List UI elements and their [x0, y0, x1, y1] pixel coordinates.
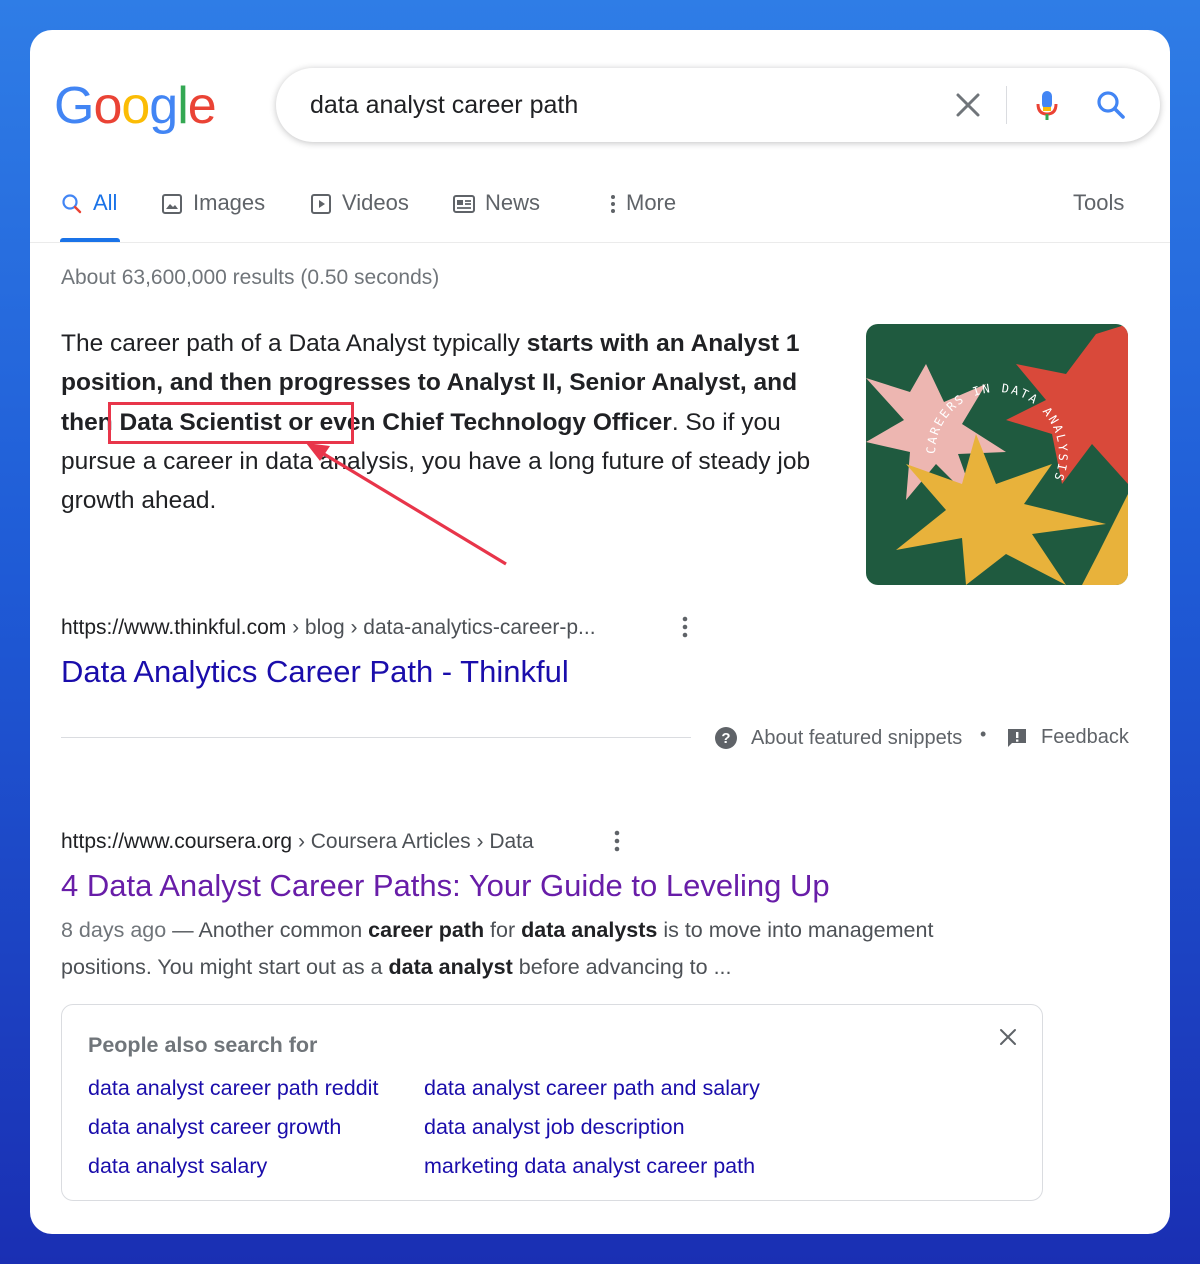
desc-bold: data analyst — [388, 955, 513, 979]
logo-letter: G — [54, 77, 94, 135]
logo-letter: o — [121, 77, 150, 135]
desc-part: before advancing to ... — [512, 955, 732, 979]
snippet-text-part: The career path of a Data Analyst typica… — [61, 330, 527, 357]
result-date: 8 days ago — [61, 918, 167, 942]
result-description: 8 days ago — Another common career path … — [61, 912, 1021, 986]
url-host: https://www.thinkful.com — [61, 616, 287, 639]
related-search-link[interactable]: marketing data analyst career path — [424, 1154, 755, 1179]
feedback-label: Feedback — [1041, 726, 1129, 748]
related-search-link[interactable]: data analyst salary — [88, 1154, 267, 1179]
tab-all[interactable]: All — [60, 190, 120, 242]
svg-text:?: ? — [721, 730, 730, 747]
help-icon: ? — [715, 727, 737, 749]
people-also-search-panel: People also search for data analyst care… — [61, 1004, 1043, 1201]
search-input[interactable] — [310, 88, 910, 122]
logo-letter: g — [149, 77, 178, 135]
result-title[interactable]: 4 Data Analyst Career Paths: Your Guide … — [61, 868, 830, 904]
desc-part: — Another common — [166, 918, 369, 942]
snippet-result-title[interactable]: Data Analytics Career Path - Thinkful — [61, 654, 569, 690]
feedback-link[interactable]: Feedback — [1006, 726, 1129, 749]
snippet-source-url[interactable]: https://www.thinkful.com › blog › data-a… — [61, 616, 596, 640]
featured-snippet-image[interactable]: CAREERS IN DATA ANALYSIS — [866, 324, 1128, 585]
microphone-icon[interactable] — [1027, 85, 1067, 125]
people-also-search-title: People also search for — [88, 1033, 318, 1057]
search-icon[interactable] — [1091, 85, 1131, 125]
tools-button[interactable]: Tools — [1073, 190, 1124, 242]
about-featured-snippets-link[interactable]: ? About featured snippets — [714, 726, 962, 750]
related-search-link[interactable]: data analyst career path and salary — [424, 1076, 760, 1101]
desc-bold: career path — [368, 918, 485, 942]
annotation-highlight-box — [108, 402, 354, 444]
tab-label: More — [626, 190, 677, 215]
tab-more[interactable]: More — [606, 190, 676, 242]
related-search-link[interactable]: data analyst career growth — [88, 1115, 341, 1140]
logo-letter: o — [93, 77, 122, 135]
url-breadcrumb: › blog › data-analytics-career-p... — [292, 616, 596, 639]
more-options-icon[interactable] — [675, 614, 695, 642]
url-breadcrumb: › Coursera Articles › Data — [297, 830, 534, 853]
google-logo[interactable]: Google — [54, 76, 217, 136]
search-icon — [62, 194, 82, 214]
snippet-footer-divider — [61, 737, 691, 738]
video-icon — [311, 194, 331, 214]
footer-separator: • — [980, 724, 987, 744]
result-stats: About 63,600,000 results (0.50 seconds) — [61, 266, 440, 289]
related-search-link[interactable]: data analyst job description — [424, 1115, 685, 1140]
about-snippets-label: About featured snippets — [751, 726, 963, 749]
tab-label: All — [93, 190, 118, 215]
desc-bold: data analysts — [521, 918, 658, 942]
tab-news[interactable]: News — [452, 190, 540, 242]
desc-part: for — [484, 918, 522, 942]
tab-label: Images — [193, 190, 266, 215]
url-host: https://www.coursera.org — [61, 830, 293, 853]
search-box-divider — [1006, 86, 1007, 124]
search-box — [276, 68, 1160, 142]
tab-label: News — [485, 190, 541, 215]
clear-icon[interactable] — [948, 85, 988, 125]
tab-label: Videos — [342, 190, 409, 215]
tabs-divider — [30, 242, 1170, 243]
tools-label: Tools — [1073, 190, 1125, 215]
result-url[interactable]: https://www.coursera.org › Coursera Arti… — [61, 830, 534, 854]
related-search-link[interactable]: data analyst career path reddit — [88, 1076, 378, 1101]
logo-letter: l — [177, 77, 189, 135]
more-vertical-icon — [611, 195, 615, 213]
news-icon — [453, 195, 475, 213]
tab-images[interactable]: Images — [160, 190, 265, 242]
close-icon[interactable] — [998, 1027, 1018, 1047]
tab-videos[interactable]: Videos — [309, 190, 409, 242]
more-options-icon[interactable] — [607, 828, 627, 856]
search-tabs: All Images Videos News More Tools — [60, 190, 1140, 242]
search-results-card: Google All Images — [30, 30, 1170, 1234]
feedback-icon — [1008, 728, 1026, 747]
logo-letter: e — [187, 77, 217, 135]
image-icon — [162, 194, 182, 214]
